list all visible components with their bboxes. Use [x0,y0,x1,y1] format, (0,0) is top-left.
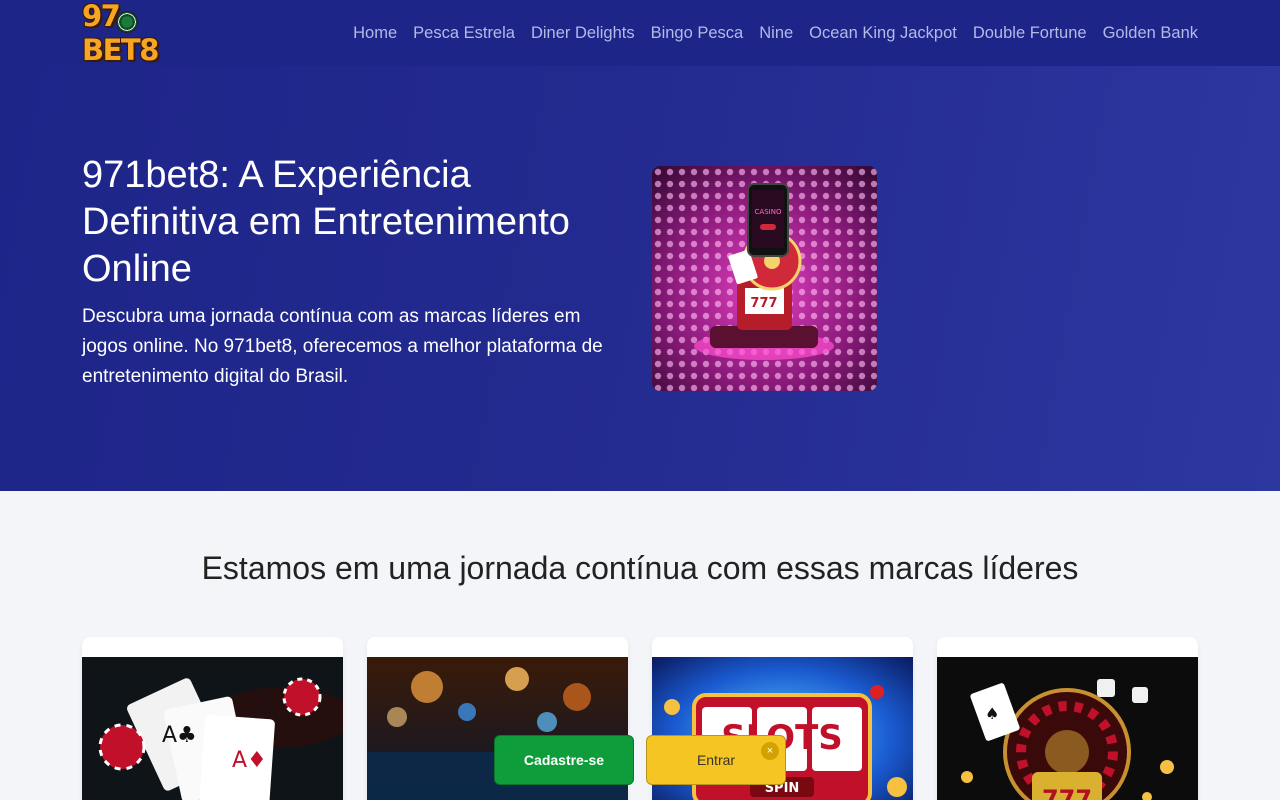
nav-link-diner-delights[interactable]: Diner Delights [531,24,635,43]
playing-cards-and-chips-image: A♣ A♦ [82,657,343,800]
hero-title: 971bet8: A Experiência Definitiva em Ent… [82,154,570,290]
nav-link-ocean-king-jackpot[interactable]: Ocean King Jackpot [809,24,957,43]
hero-description: Descubra uma jornada contínua com as mar… [82,306,603,387]
roulette-icon: ♠ 777 [937,657,1198,800]
svg-text:CASINO: CASINO [755,208,782,216]
main-nav: Home Pesca Estrela Diner Delights Bingo … [353,0,1198,66]
partner-card-4[interactable]: ♠ 777 [937,637,1198,800]
svg-text:777: 777 [1042,785,1092,800]
site-logo[interactable]: 97BET8 [82,0,190,67]
close-icon[interactable]: × [761,742,779,760]
nav-link-golden-bank[interactable]: Golden Bank [1103,24,1198,43]
hero-section: 971bet8: A Experiência Definitiva em Ent… [0,66,1280,491]
svg-text:♠: ♠ [985,704,999,723]
nav-link-double-fortune[interactable]: Double Fortune [973,24,1087,43]
svg-text:777: 777 [750,296,777,311]
roulette-and-777-image: ♠ 777 [937,657,1198,800]
svg-text:A♣: A♣ [162,723,197,748]
svg-text:A♦: A♦ [232,748,267,773]
poker-chip-icon [116,11,139,33]
partner-card-1[interactable]: A♣ A♦ [82,637,343,800]
register-button[interactable]: Cadastre-se [494,735,634,785]
logo-wordmark: 97BET8 [82,0,159,67]
partners-section-title: Estamos em uma jornada contínua com essa… [201,550,1079,586]
casino-slot-machine-illustration-icon: 777 CASINO [652,166,877,391]
nav-link-bingo-pesca[interactable]: Bingo Pesca [651,24,744,43]
nav-link-nine[interactable]: Nine [759,24,793,43]
hero-image: 777 CASINO [652,166,877,391]
nav-link-home[interactable]: Home [353,24,397,43]
navbar: 97BET8 Home Pesca Estrela Diner Delights… [0,0,1280,67]
nav-link-pesca-estrela[interactable]: Pesca Estrela [413,24,515,43]
playing-cards-icon: A♣ A♦ [82,657,343,800]
